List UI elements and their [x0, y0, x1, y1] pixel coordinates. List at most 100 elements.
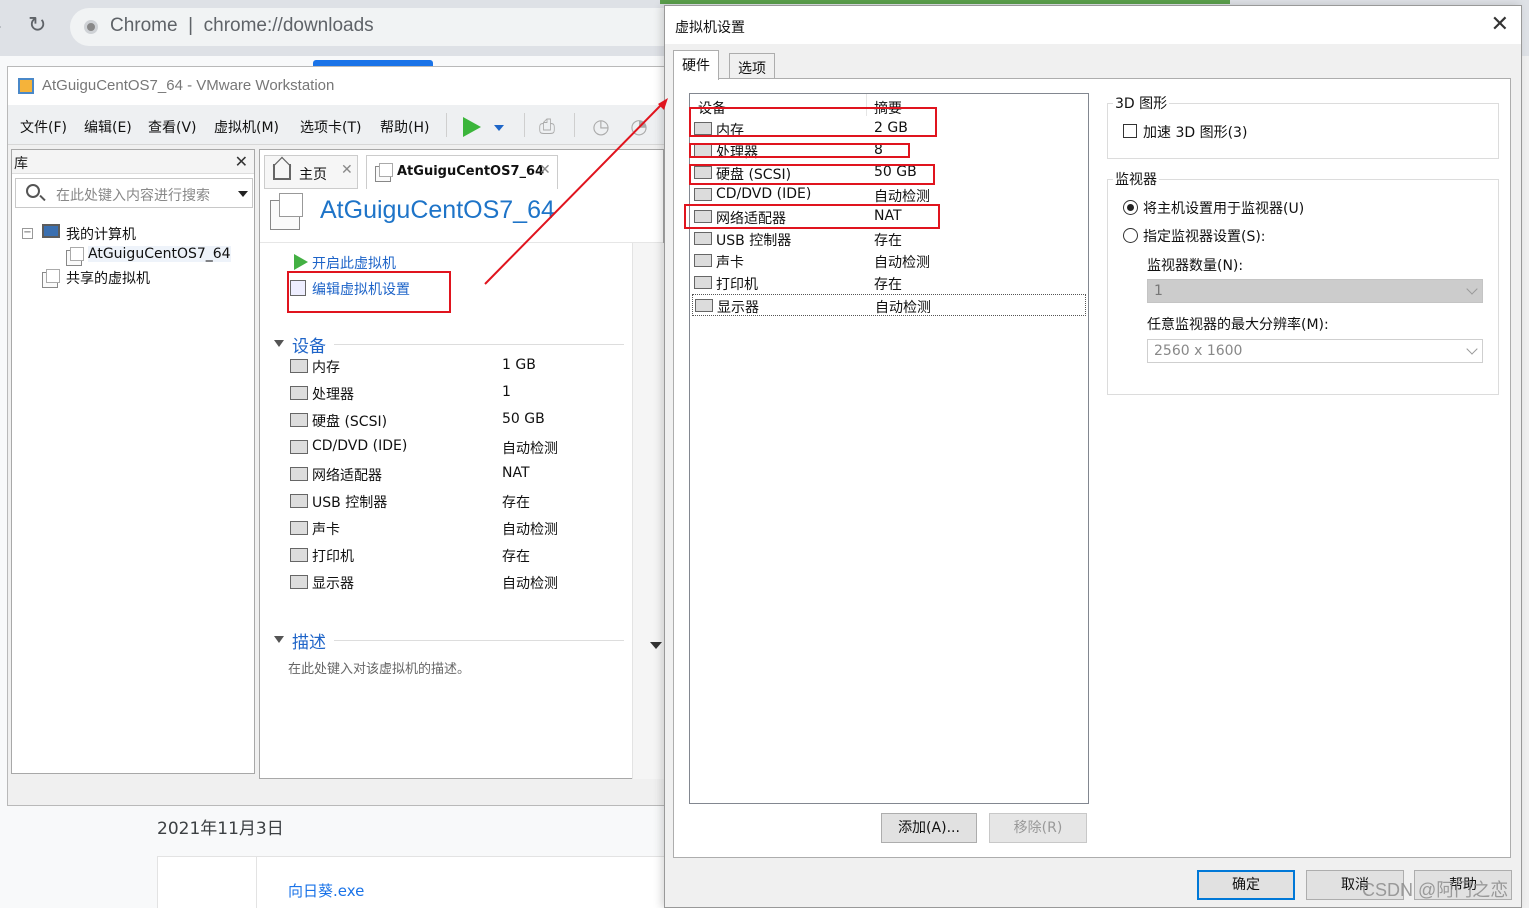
- tree-vm-item[interactable]: AtGuiguCentOS7_64: [88, 246, 231, 262]
- printer-icon: [290, 548, 308, 562]
- specify-setting-radio[interactable]: [1123, 228, 1138, 243]
- library-title: 库: [14, 156, 28, 172]
- menu-help[interactable]: 帮助(H): [380, 117, 429, 137]
- hardware-device-list[interactable]: 设备 摘要 内存 2 GB 处理器 8 硬盘 (SCSI) 50 GB CD/DVD (ID…: [689, 93, 1089, 804]
- annotation-edit-settings-box: [287, 271, 451, 313]
- device-name: 内存: [312, 360, 340, 376]
- accelerate-3d-label[interactable]: 加速 3D 图形(3): [1143, 122, 1247, 142]
- vm-summary-pane: 主页 ✕ AtGuiguCentOS7_64 ✕ AtGuiguCentOS7_…: [259, 149, 665, 779]
- close-icon[interactable]: ✕: [1491, 12, 1509, 37]
- power-on-link[interactable]: 开启此虚拟机: [312, 253, 396, 273]
- annotation-hard-disk-box: [689, 164, 935, 185]
- device-row[interactable]: USB 控制器 存在: [290, 491, 620, 513]
- library-panel: 库 ✕ 在此处键入内容进行搜索 − 我的计算机 AtGuiguCentOS7_6…: [11, 149, 255, 774]
- home-icon: [273, 164, 291, 180]
- display-icon: [290, 575, 308, 589]
- url-text: chrome://downloads: [203, 15, 374, 36]
- monitor-count-value: 1: [1154, 283, 1163, 299]
- tab-home[interactable]: 主页 ✕: [264, 155, 358, 189]
- play-dropdown-icon[interactable]: [494, 125, 504, 131]
- description-section-title: 描述: [292, 633, 326, 653]
- hardware-device-name: 打印机: [716, 277, 758, 293]
- reload-icon[interactable]: ↻: [28, 13, 46, 38]
- device-name: 声卡: [312, 522, 340, 538]
- annotation-network-box: [684, 204, 940, 229]
- vmware-window: AtGuiguCentOS7_64 - VMware Workstation 文…: [7, 66, 667, 806]
- group-3d-title: 3D 图形: [1113, 93, 1170, 113]
- menu-view[interactable]: 查看(V): [148, 117, 197, 137]
- memory-icon: [290, 359, 308, 373]
- hardware-device-row[interactable]: 声卡 自动检测: [692, 250, 1086, 272]
- description-placeholder[interactable]: 在此处键入对该虚拟机的描述。: [288, 658, 470, 677]
- device-name: 打印机: [312, 549, 354, 565]
- annotation-processor-box: [689, 143, 910, 158]
- use-host-setting-label[interactable]: 将主机设置用于监视器(U): [1143, 198, 1304, 218]
- device-row[interactable]: 硬盘 (SCSI) 50 GB: [290, 410, 620, 432]
- device-row[interactable]: 声卡 自动检测: [290, 518, 620, 540]
- device-value: NAT: [502, 465, 530, 481]
- tab-hardware[interactable]: 硬件: [673, 50, 719, 80]
- send-keys-icon[interactable]: ⎙: [536, 115, 558, 137]
- snapshot-icon[interactable]: ◷: [590, 115, 612, 137]
- search-dropdown-icon[interactable]: [238, 191, 248, 197]
- hardware-device-row[interactable]: CD/DVD (IDE) 自动检测: [692, 184, 1086, 206]
- library-close-icon[interactable]: ✕: [235, 152, 248, 171]
- hardware-device-row[interactable]: USB 控制器 存在: [692, 228, 1086, 250]
- download-file-link[interactable]: 向日葵.exe: [288, 880, 364, 901]
- device-row[interactable]: 显示器 自动检测: [290, 572, 620, 594]
- annotation-memory-box: [689, 107, 937, 137]
- browser-brand: Chrome: [110, 15, 178, 36]
- specify-setting-label[interactable]: 指定监视器设置(S):: [1143, 226, 1266, 246]
- device-row[interactable]: CD/DVD (IDE) 自动检测: [290, 437, 620, 459]
- tree-my-computer[interactable]: 我的计算机: [66, 224, 136, 244]
- tab-close-icon[interactable]: ✕: [539, 162, 551, 178]
- max-resolution-select[interactable]: 2560 x 1600: [1147, 339, 1483, 363]
- device-row[interactable]: 网络适配器 NAT: [290, 464, 620, 486]
- device-value: 存在: [502, 549, 530, 565]
- tab-home-label: 主页: [299, 167, 327, 183]
- divider: [260, 242, 663, 243]
- device-name: 显示器: [312, 576, 354, 592]
- vm-title: AtGuiguCentOS7_64: [320, 196, 555, 224]
- tab-options[interactable]: 选项: [729, 53, 775, 79]
- display-icon: [695, 299, 713, 312]
- tree-collapse-icon[interactable]: −: [22, 228, 33, 239]
- device-name: 处理器: [312, 387, 354, 403]
- page-scrollbar[interactable]: [1521, 56, 1529, 908]
- add-hardware-button[interactable]: 添加(A)...: [881, 813, 977, 843]
- hardware-device-row[interactable]: 显示器 自动检测: [692, 294, 1086, 316]
- tree-shared-vms[interactable]: 共享的虚拟机: [66, 268, 150, 288]
- library-search-input[interactable]: 在此处键入内容进行搜索: [15, 178, 253, 208]
- collapse-devices-icon[interactable]: [274, 340, 284, 347]
- device-row[interactable]: 内存 1 GB: [290, 356, 620, 378]
- tab-vm-label: AtGuiguCentOS7_64: [397, 164, 545, 179]
- ok-button[interactable]: 确定: [1197, 870, 1295, 900]
- sound-card-icon: [694, 254, 712, 267]
- device-row[interactable]: 处理器 1: [290, 383, 620, 405]
- hardware-device-name: 显示器: [717, 300, 759, 316]
- menu-tabs[interactable]: 选项卡(T): [300, 117, 361, 137]
- tab-vm[interactable]: AtGuiguCentOS7_64 ✕: [366, 155, 558, 189]
- menu-edit[interactable]: 编辑(E): [84, 117, 132, 137]
- menu-vm[interactable]: 虚拟机(M): [214, 117, 279, 137]
- collapse-description-icon[interactable]: [274, 636, 284, 643]
- chevron-down-icon[interactable]: [650, 642, 662, 649]
- menu-file[interactable]: 文件(F): [20, 117, 67, 137]
- monitor-count-select[interactable]: 1: [1147, 279, 1483, 303]
- tab-close-icon[interactable]: ✕: [341, 162, 353, 178]
- back-arrow-icon[interactable]: ›: [0, 14, 2, 38]
- usb-icon: [694, 232, 712, 245]
- hardware-device-row[interactable]: 打印机 存在: [692, 272, 1086, 294]
- use-host-setting-radio[interactable]: [1123, 200, 1138, 215]
- address-bar-text[interactable]: Chrome | chrome://downloads: [110, 15, 374, 37]
- snapshot-manager-icon[interactable]: ◔: [628, 115, 650, 137]
- library-search-placeholder: 在此处键入内容进行搜索: [56, 188, 210, 204]
- play-icon[interactable]: [463, 117, 481, 137]
- device-value: 存在: [502, 495, 530, 511]
- accelerate-3d-checkbox[interactable]: [1123, 124, 1137, 138]
- download-file-icon: [157, 856, 257, 908]
- remove-hardware-button[interactable]: 移除(R): [989, 813, 1087, 843]
- device-row[interactable]: 打印机 存在: [290, 545, 620, 567]
- device-name: CD/DVD (IDE): [312, 438, 408, 454]
- library-header: 库 ✕: [12, 150, 254, 174]
